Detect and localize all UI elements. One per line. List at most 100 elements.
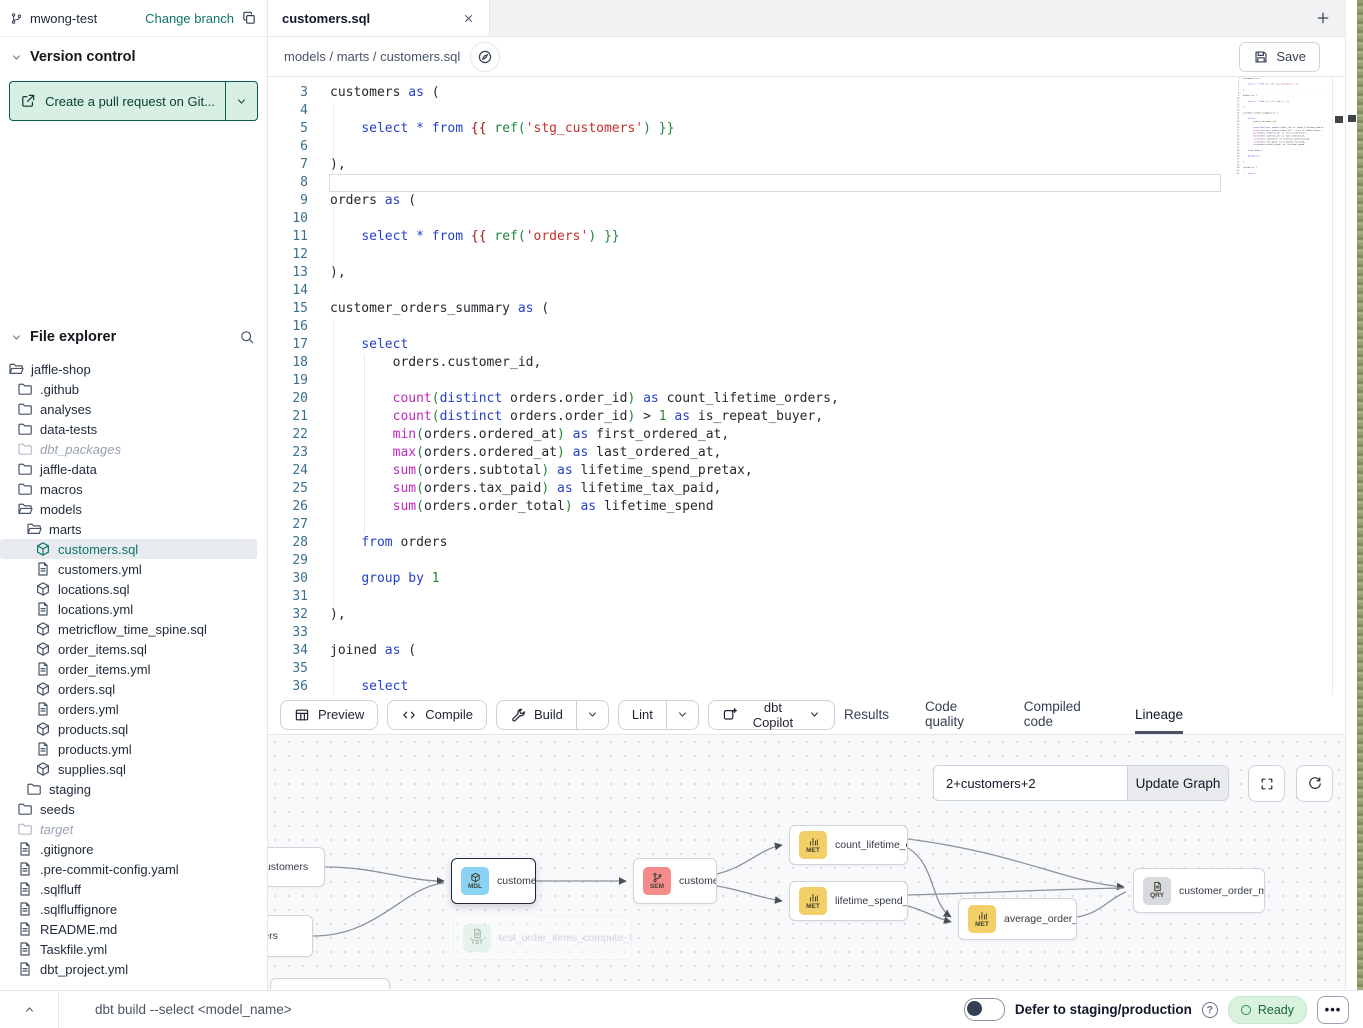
code-line-27[interactable]: 27 — [268, 516, 1333, 534]
tree-item-.gitignore[interactable]: .gitignore — [0, 839, 257, 859]
code-line-30[interactable]: 30 group by 1 — [268, 570, 1333, 588]
code-line-5[interactable]: 5 select * from {{ ref('stg_customers') … — [268, 120, 1333, 138]
tree-item-supplies.sql[interactable]: supplies.sql — [0, 759, 257, 779]
window-scrollbar-thumb[interactable] — [1348, 115, 1356, 122]
code-line-6[interactable]: 6 — [268, 138, 1333, 156]
save-button[interactable]: Save — [1239, 42, 1320, 72]
code-line-36[interactable]: 36 select — [268, 678, 1333, 695]
compass-button[interactable] — [470, 42, 500, 72]
tree-item-README.md[interactable]: README.md — [0, 919, 257, 939]
code-line-20[interactable]: 20 count(distinct orders.order_id) as co… — [268, 390, 1333, 408]
compile-button[interactable]: Compile — [387, 700, 487, 730]
dbt-copilot-button[interactable]: dbt Copilot — [708, 700, 835, 730]
tree-item-locations.yml[interactable]: locations.yml — [0, 599, 257, 619]
tree-item-data-tests[interactable]: data-tests — [0, 419, 257, 439]
code-line-8[interactable]: 8 — [268, 174, 1333, 192]
refresh-button[interactable] — [1296, 765, 1333, 802]
tree-item-.sqlfluffignore[interactable]: .sqlfluffignore — [0, 899, 257, 919]
more-options-button[interactable]: ••• — [1317, 996, 1349, 1024]
lineage-node-count_lifetime_orders[interactable]: METcount_lifetime_orders — [789, 825, 908, 865]
lineage-panel[interactable]: stg_customersorders MDLcustomers TSTtest_o… — [268, 735, 1345, 989]
code-line-26[interactable]: 26 sum(orders.order_total) as lifetime_s… — [268, 498, 1333, 516]
lineage-node-clipped-node[interactable] — [270, 978, 390, 989]
code-line-33[interactable]: 33 — [268, 624, 1333, 642]
code-line-36[interactable]: 36 select — [1233, 172, 1323, 175]
tree-item-.github[interactable]: .github — [0, 379, 257, 399]
code-line-17[interactable]: 17 select — [268, 336, 1333, 354]
tree-item-order_items.sql[interactable]: order_items.sql — [0, 639, 257, 659]
tree-item-jaffle-data[interactable]: jaffle-data — [0, 459, 257, 479]
tree-item-macros[interactable]: macros — [0, 479, 257, 499]
tree-item-dbt_packages[interactable]: dbt_packages — [0, 439, 257, 459]
code-line-15[interactable]: 15customer_orders_summary as ( — [268, 300, 1333, 318]
tab-code-quality[interactable]: Code quality — [925, 695, 988, 734]
tree-item-metricflow_time_spine.sql[interactable]: metricflow_time_spine.sql — [0, 619, 257, 639]
preview-button[interactable]: Preview — [280, 700, 378, 730]
code-line-14[interactable]: 14 — [268, 282, 1333, 300]
editor-scrollbar[interactable] — [1332, 77, 1345, 695]
code-line-19[interactable]: 19 — [268, 372, 1333, 390]
code-line-23[interactable]: 23 max(orders.ordered_at) as last_ordere… — [268, 444, 1333, 462]
code-line-29[interactable]: 29 — [268, 552, 1333, 570]
file-explorer-header[interactable]: File explorer — [0, 317, 267, 351]
fullscreen-button[interactable] — [1248, 765, 1285, 802]
create-pull-request-button[interactable]: Create a pull request on Git... — [9, 81, 225, 121]
code-line-9[interactable]: 9orders as ( — [268, 192, 1333, 210]
lineage-node-customers-model[interactable]: MDLcustomers — [451, 858, 536, 904]
tree-item-products.yml[interactable]: products.yml — [0, 739, 257, 759]
code-line-12[interactable]: 12 — [268, 246, 1333, 264]
code-line-31[interactable]: 31 — [268, 588, 1333, 606]
window-scrollbar[interactable] — [1345, 0, 1357, 990]
help-icon[interactable]: ? — [1202, 1002, 1218, 1018]
lineage-node-lifetime_spend_pretax[interactable]: METlifetime_spend_pretax — [789, 881, 908, 921]
tree-item-customers.yml[interactable]: customers.yml — [0, 559, 257, 579]
tree-item-staging[interactable]: staging — [0, 779, 257, 799]
lineage-node-test_order_items_compute_to_bools[interactable]: TSTtest_order_items_compute_to_bools... — [453, 915, 632, 960]
code-line-32[interactable]: 32), — [268, 606, 1333, 624]
tree-item-jaffle-shop[interactable]: jaffle-shop — [0, 359, 257, 379]
collapse-panel-button[interactable] — [0, 1003, 58, 1016]
lineage-selector-input[interactable] — [934, 766, 1127, 800]
tree-item-target[interactable]: target — [0, 819, 257, 839]
tab-results[interactable]: Results — [844, 695, 889, 734]
tab-customers-sql[interactable]: customers.sql — [268, 0, 490, 36]
lint-button[interactable]: Lint — [618, 700, 666, 730]
tree-item-Taskfile.yml[interactable]: Taskfile.yml — [0, 939, 257, 959]
code-line-22[interactable]: 22 min(orders.ordered_at) as first_order… — [268, 426, 1333, 444]
code-line-25[interactable]: 25 sum(orders.tax_paid) as lifetime_tax_… — [268, 480, 1333, 498]
search-icon[interactable] — [239, 329, 255, 345]
lineage-node-average_order_value[interactable]: METaverage_order_value — [958, 898, 1077, 940]
tree-item-products.sql[interactable]: products.sql — [0, 719, 257, 739]
tab-compiled-code[interactable]: Compiled code — [1024, 695, 1099, 734]
update-graph-button[interactable]: Update Graph — [1127, 766, 1228, 800]
defer-toggle[interactable] — [964, 998, 1005, 1021]
minimap[interactable]: 3customers as (45 select * from {{ ref('… — [1233, 77, 1323, 212]
code-editor[interactable]: 3customers as (45 select * from {{ ref('… — [268, 77, 1345, 695]
close-icon[interactable] — [462, 12, 475, 25]
code-line-7[interactable]: 7), — [268, 156, 1333, 174]
lineage-node-stg_customers[interactable]: stg_customers — [268, 847, 325, 887]
build-dropdown-button[interactable] — [576, 700, 609, 730]
tree-item-locations.sql[interactable]: locations.sql — [0, 579, 257, 599]
code-line-24[interactable]: 24 sum(orders.subtotal) as lifetime_spen… — [268, 462, 1333, 480]
tree-item-seeds[interactable]: seeds — [0, 799, 257, 819]
code-line-13[interactable]: 13), — [268, 264, 1333, 282]
change-branch-link[interactable]: Change branch — [145, 11, 234, 26]
scrollbar-thumb[interactable] — [1335, 116, 1343, 123]
code-line-10[interactable]: 10 — [268, 210, 1333, 228]
tree-item-dbt_project.yml[interactable]: dbt_project.yml — [0, 959, 257, 979]
code-line-11[interactable]: 11 select * from {{ ref('orders') }} — [268, 228, 1333, 246]
tree-item-analyses[interactable]: analyses — [0, 399, 257, 419]
lineage-node-customer_order_metrics[interactable]: QRYcustomer_order_metrics — [1133, 868, 1265, 913]
tree-item-order_items.yml[interactable]: order_items.yml — [0, 659, 257, 679]
tab-lineage[interactable]: Lineage — [1135, 695, 1183, 734]
lineage-node-orders[interactable]: orders — [268, 915, 313, 957]
code-line-4[interactable]: 4 — [268, 102, 1333, 120]
lint-dropdown-button[interactable] — [666, 700, 699, 730]
build-button[interactable]: Build — [496, 700, 576, 730]
pr-dropdown-button[interactable] — [225, 81, 258, 121]
command-input[interactable]: dbt build --select <model_name> — [58, 991, 964, 1028]
code-line-35[interactable]: 35 — [268, 660, 1333, 678]
version-control-header[interactable]: Version control — [0, 37, 267, 71]
code-line-18[interactable]: 18 orders.customer_id, — [268, 354, 1333, 372]
